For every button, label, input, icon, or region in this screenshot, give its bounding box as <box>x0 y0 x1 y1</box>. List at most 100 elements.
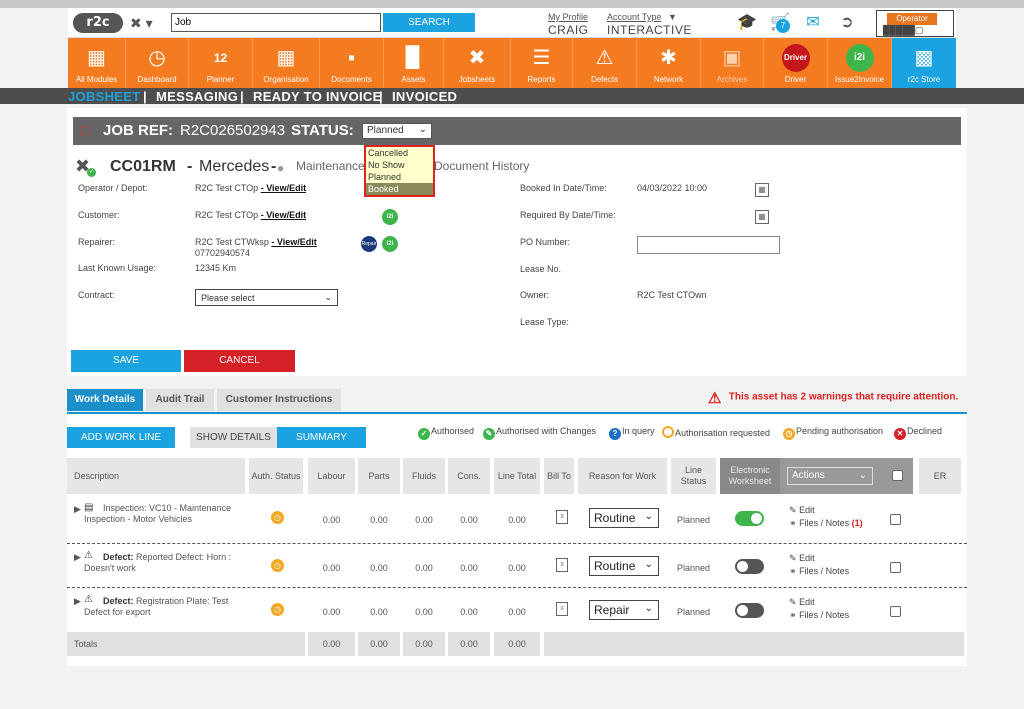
nav-label: Documents <box>331 75 372 84</box>
reason-select[interactable]: Routine ⌄ <box>589 556 659 576</box>
status-option-cancelled[interactable]: Cancelled <box>366 147 433 159</box>
expand-icon[interactable]: ▶ <box>74 504 81 515</box>
nav-documents[interactable]: ▪ Documents <box>320 38 384 88</box>
asset-reg[interactable]: CC01RM <box>110 158 176 176</box>
files-label[interactable]: Files / Notes <box>799 566 849 576</box>
cancel-button[interactable]: CANCEL <box>184 350 295 372</box>
document-history-link[interactable]: Document History <box>434 159 529 173</box>
grid-icon: ▦ <box>87 47 106 69</box>
my-profile-link[interactable]: My Profile <box>548 12 588 22</box>
bill-to-doc-icon[interactable]: ≡ <box>556 558 568 572</box>
tab-audit-trail[interactable]: Audit Trail <box>146 389 214 411</box>
files-label[interactable]: Files / Notes <box>799 610 849 620</box>
maintenance-link[interactable]: Maintenance <box>296 159 365 173</box>
tab-invoiced[interactable]: INVOICED <box>392 89 457 104</box>
status-option-planned[interactable]: Planned <box>366 171 433 183</box>
show-details-button[interactable]: SHOW DETAILS <box>190 427 277 448</box>
row-checkbox[interactable] <box>890 562 901 573</box>
tab-jobsheet[interactable]: JOBSHEET <box>68 89 140 104</box>
nav-planner[interactable]: 12 Planner <box>189 38 253 88</box>
nav-issue2invoice[interactable]: i2i Issue2Invoice <box>828 38 892 88</box>
operator-truck[interactable]: Operator █████▢ <box>876 10 954 37</box>
nav-reports[interactable]: ☰ Reports <box>511 38 573 88</box>
repairer-view-edit-link[interactable]: - View/Edit <box>271 237 316 247</box>
row-type: Defect: <box>103 596 134 606</box>
save-button[interactable]: SAVE <box>71 350 181 372</box>
search-input[interactable] <box>171 13 381 32</box>
reason-select[interactable]: Routine ⌄ <box>589 508 659 528</box>
table-row: ▶ ⚠ Defect: Registration Plate: Test Def… <box>67 589 967 633</box>
nav-assets[interactable]: ▉ Assets <box>384 38 444 88</box>
reason-select[interactable]: Repair ⌄ <box>589 600 659 620</box>
account-type-link[interactable]: Account Type <box>607 12 661 22</box>
tab-ready-to-invoice[interactable]: READY TO INVOICE <box>253 89 382 104</box>
tab-messaging[interactable]: MESSAGING <box>156 89 238 104</box>
edit-label[interactable]: Edit <box>799 553 815 563</box>
r2c-logo[interactable]: r2c <box>73 13 123 33</box>
select-all-checkbox[interactable] <box>892 470 903 481</box>
job-ref-bar: □ JOB REF: R2C026502943 STATUS: <box>73 117 961 145</box>
clock-icon: ◷ <box>783 428 795 440</box>
graduation-cap-icon[interactable]: 🎓 <box>732 12 762 34</box>
row-parts: 0.00 <box>370 515 388 525</box>
status-option-no-show[interactable]: No Show <box>366 159 433 171</box>
pending-clock-icon: ◷ <box>271 559 284 572</box>
nav-defects[interactable]: ⚠ Defects <box>573 38 637 88</box>
nav-jobsheets[interactable]: ✖ Jobsheets <box>444 38 511 88</box>
add-work-line-button[interactable]: ADD WORK LINE <box>67 427 175 448</box>
row-line-status: Planned <box>676 563 711 573</box>
nav-dashboard[interactable]: ◷ Dashboard <box>126 38 189 88</box>
calendar-icon[interactable]: ▦ <box>755 210 769 224</box>
edit-label[interactable]: Edit <box>799 597 815 607</box>
expand-icon[interactable]: ▶ <box>74 552 81 563</box>
row-checkbox[interactable] <box>890 606 901 617</box>
search-button[interactable]: SEARCH <box>383 13 475 32</box>
gauge-icon: ◷ <box>148 47 166 69</box>
tab-work-details[interactable]: Work Details <box>67 389 143 411</box>
nav-network[interactable]: ✱ Network <box>637 38 701 88</box>
bill-to-doc-icon[interactable]: ≡ <box>556 510 568 524</box>
ews-toggle[interactable] <box>735 559 764 574</box>
ews-toggle[interactable] <box>735 511 764 526</box>
account-type-chevron-icon[interactable]: ▼ <box>668 12 677 22</box>
owner-label: Owner: <box>520 290 550 300</box>
chevron-down-icon: ⌄ <box>644 559 653 570</box>
po-number-input[interactable] <box>637 236 780 254</box>
job-ref-value: R2C026502943 <box>180 122 286 139</box>
files-label[interactable]: Files / Notes <box>799 518 849 528</box>
mail-icon[interactable]: ✉ <box>799 12 827 34</box>
nav-archives[interactable]: ▣ Archives <box>701 38 764 88</box>
contract-select[interactable]: Please select ⌄ <box>195 289 338 306</box>
nav-all-modules[interactable]: ▦ All Modules <box>68 38 126 88</box>
nav-r2c-store[interactable]: ▩ r2c Store <box>892 38 956 88</box>
tab-customer-instructions[interactable]: Customer Instructions <box>217 389 341 411</box>
reason-value: Repair <box>594 603 630 617</box>
bill-to-doc-icon[interactable]: ≡ <box>556 602 568 616</box>
customer-view-edit-link[interactable]: - View/Edit <box>261 210 306 220</box>
status-option-booked[interactable]: Booked <box>366 183 433 195</box>
operator-view-edit-link[interactable]: - View/Edit <box>261 183 306 193</box>
actions-select[interactable]: Actions ⌄ <box>787 467 873 485</box>
expand-icon[interactable]: ▶ <box>74 596 81 607</box>
nav-driver[interactable]: Driver Driver <box>764 38 828 88</box>
logout-icon[interactable]: ➲ <box>833 12 861 34</box>
row-checkbox[interactable] <box>890 514 901 525</box>
row-separator <box>67 543 967 544</box>
edit-label[interactable]: Edit <box>799 505 815 515</box>
pending-clock-icon: ◷ <box>271 511 284 524</box>
summary-button[interactable]: SUMMARY <box>277 427 366 448</box>
status-select[interactable]: Planned ⌄ <box>362 123 432 139</box>
row-total: 0.00 <box>508 515 526 525</box>
tools-menu-icon[interactable]: ✖ ▾ <box>130 13 166 33</box>
calendar-icon[interactable]: ▦ <box>755 183 769 197</box>
row-fluids: 0.00 <box>415 607 433 617</box>
i2i-logo-icon: i2i <box>845 44 874 72</box>
ews-toggle[interactable] <box>735 603 764 618</box>
paperclip-icon: ⚭ <box>789 518 797 528</box>
th-reason: Reason for Work <box>578 458 667 494</box>
asset-warning[interactable]: ⚠ This asset has 2 warnings that require… <box>708 389 958 407</box>
nav-organisation[interactable]: ▦ Organisation <box>253 38 320 88</box>
paperclip-icon: ⚭ <box>789 566 797 576</box>
legend-auth-requested: Authorisation requested <box>662 426 770 438</box>
pdf-icon[interactable]: □ <box>81 124 93 138</box>
